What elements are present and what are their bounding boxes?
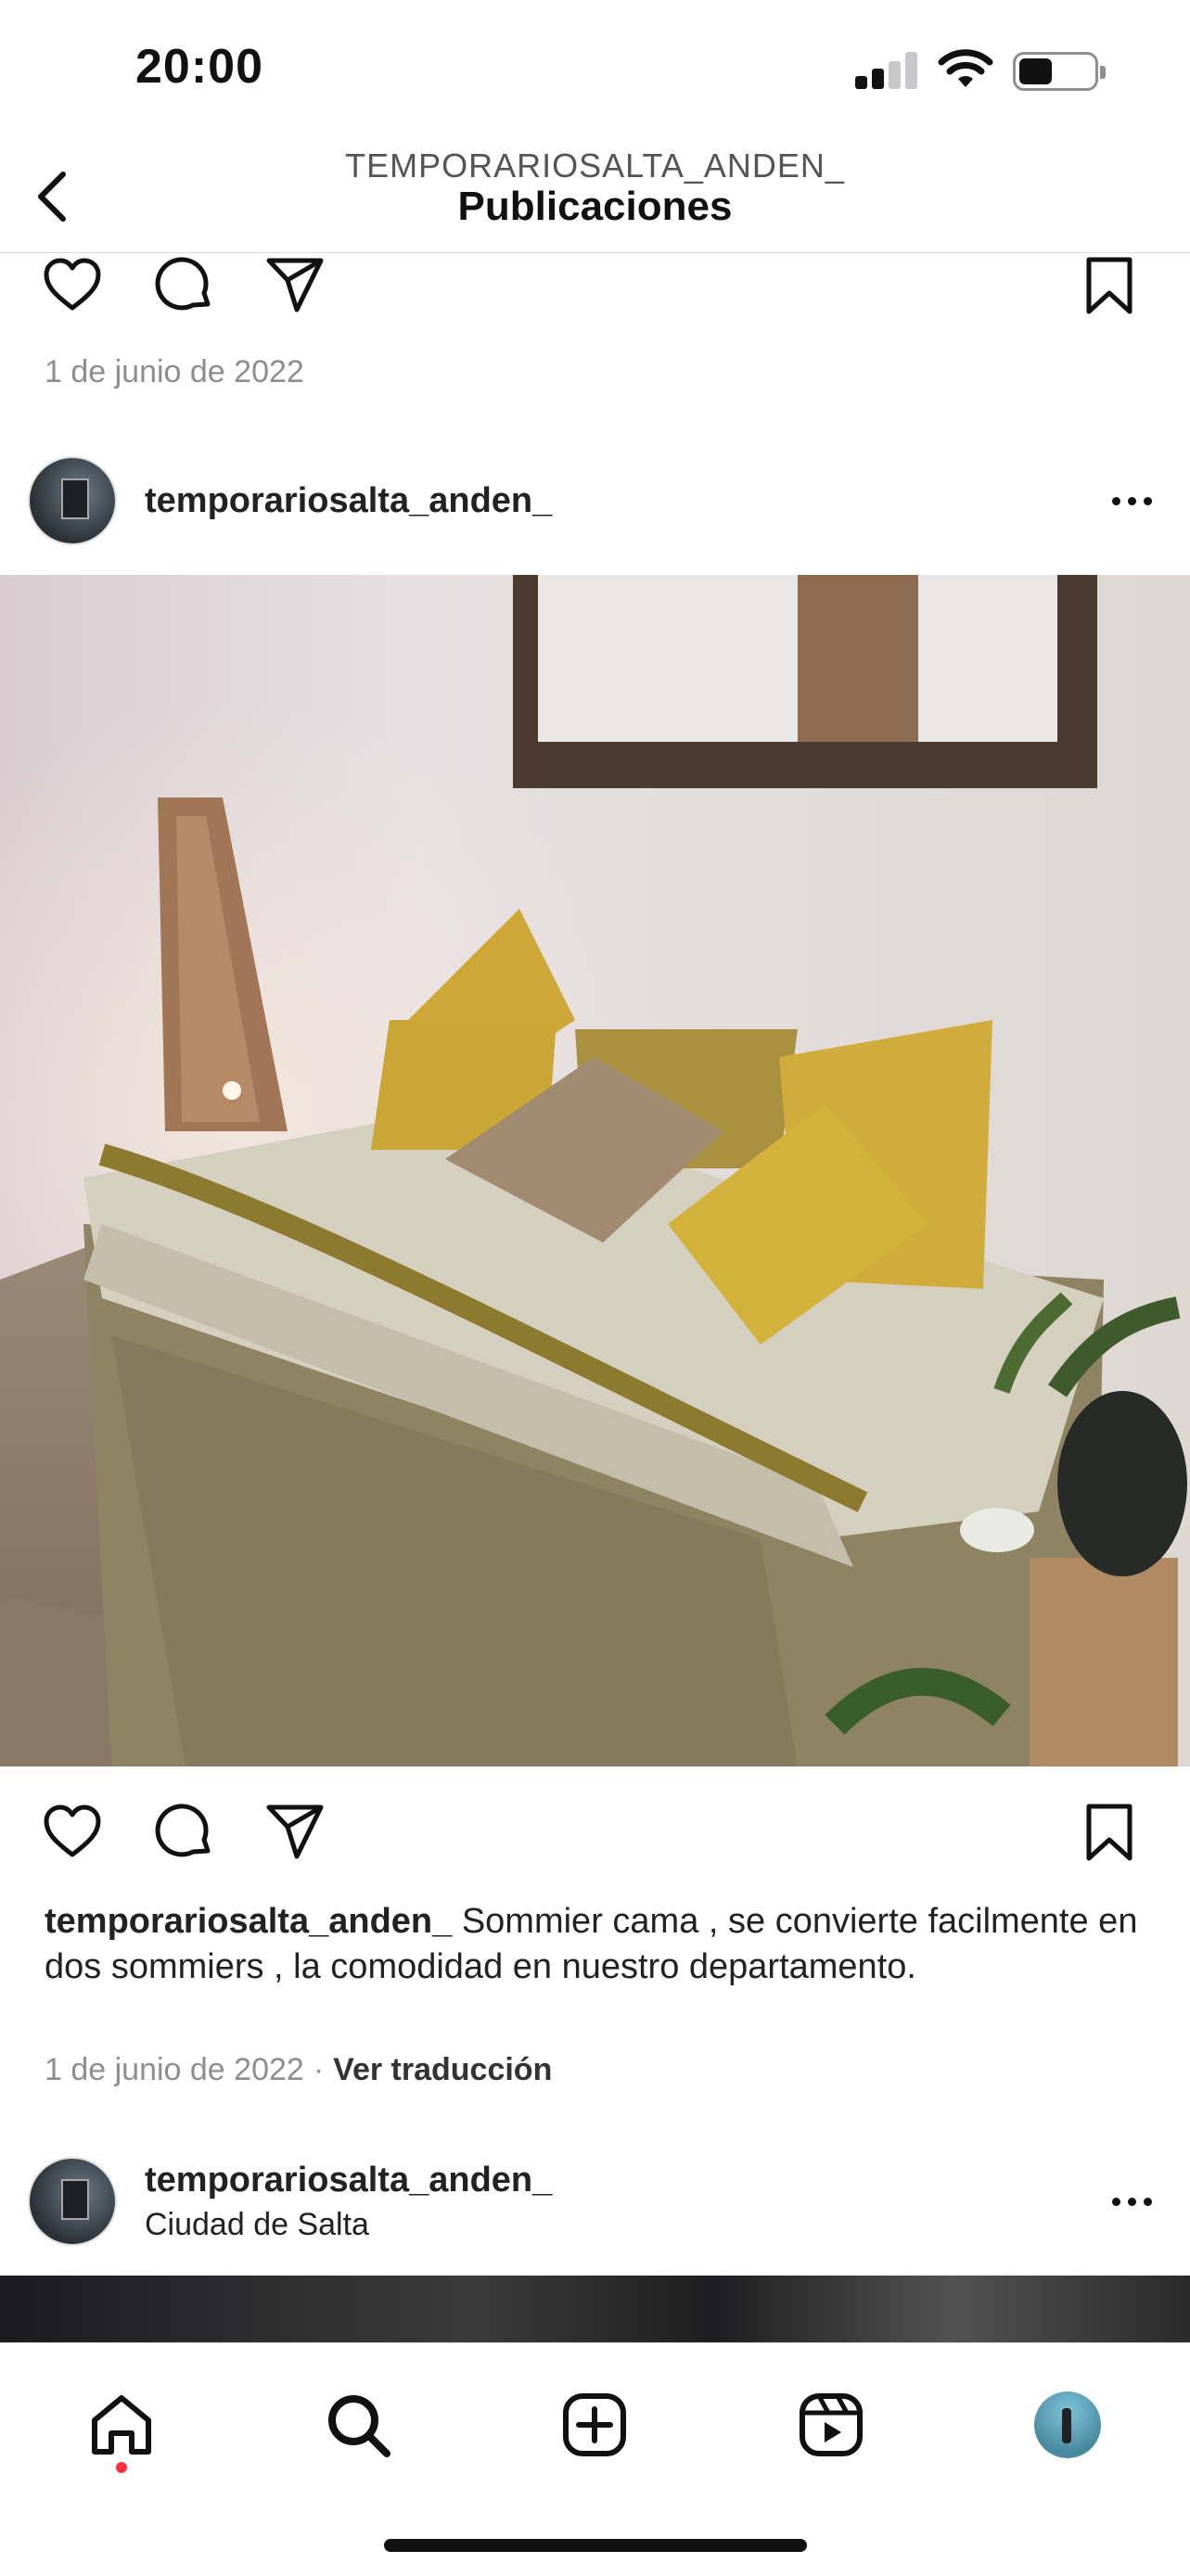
- tab-home[interactable]: [77, 2380, 166, 2469]
- share-icon: [266, 258, 324, 312]
- post-date: 1 de junio de 2022: [45, 2052, 304, 2087]
- more-icon: [1111, 2197, 1120, 2206]
- nav-header: TEMPORARIOSALTA_ANDEN_ Publicaciones: [0, 139, 1190, 253]
- avatar[interactable]: [28, 456, 117, 545]
- heart-icon: [44, 1804, 101, 1857]
- reels-icon: [800, 2393, 863, 2456]
- next-post-image[interactable]: [0, 2276, 1190, 2342]
- home-indicator[interactable]: [384, 2539, 807, 2552]
- bookmark-icon: [1086, 257, 1132, 314]
- page-title: Publicaciones: [457, 184, 733, 229]
- like-button[interactable]: [35, 1795, 109, 1869]
- more-icon: [1111, 496, 1120, 505]
- tab-profile[interactable]: [1023, 2380, 1112, 2469]
- post-username[interactable]: temporariosalta_anden_: [145, 481, 552, 521]
- caption-username[interactable]: temporariosalta_anden_: [45, 1902, 452, 1941]
- like-button[interactable]: [35, 249, 109, 323]
- account-name: TEMPORARIOSALTA_ANDEN_: [345, 147, 845, 185]
- status-time: 20:00: [135, 40, 263, 94]
- comment-button[interactable]: [147, 249, 221, 323]
- comment-icon: [155, 1804, 211, 1857]
- bookmark-icon: [1086, 1804, 1132, 1861]
- cellular-signal-icon: [855, 52, 920, 89]
- see-translation-link[interactable]: Ver traducción: [333, 2052, 552, 2087]
- comment-icon: [155, 257, 211, 311]
- post-image[interactable]: [0, 575, 1190, 1766]
- notification-dot: [116, 2462, 127, 2473]
- share-button[interactable]: [258, 249, 332, 323]
- status-bar: 20:00: [0, 0, 1190, 139]
- create-icon: [563, 2393, 626, 2456]
- search-icon: [328, 2395, 390, 2457]
- post-caption: temporariosalta_anden_ Sommier cama , se…: [45, 1899, 1158, 1990]
- home-icon: [92, 2395, 151, 2455]
- more-options-button[interactable]: [1094, 2174, 1169, 2229]
- heart-icon: [44, 258, 101, 311]
- post-location[interactable]: Ciudad de Salta: [145, 2207, 369, 2243]
- wifi-icon: [938, 49, 993, 87]
- avatar[interactable]: [28, 2157, 117, 2246]
- tab-reels[interactable]: [787, 2380, 876, 2469]
- tab-search[interactable]: [313, 2380, 403, 2469]
- save-button[interactable]: [1072, 249, 1146, 323]
- comment-button[interactable]: [147, 1795, 221, 1869]
- tab-create[interactable]: [550, 2380, 639, 2469]
- post-date: 1 de junio de 2022: [45, 354, 304, 389]
- profile-avatar: [1034, 2391, 1101, 2458]
- post-meta: 1 de junio de 2022 · Ver traducción: [45, 2052, 552, 2088]
- next-post-header: temporariosalta_anden_ Ciudad de Salta: [0, 2149, 1190, 2251]
- post-username[interactable]: temporariosalta_anden_: [145, 2161, 552, 2200]
- post-header: temporariosalta_anden_: [0, 450, 1190, 552]
- save-button[interactable]: [1072, 1795, 1146, 1869]
- bedroom-photo: [0, 575, 1190, 1766]
- more-options-button[interactable]: [1094, 473, 1169, 529]
- battery-icon: [1013, 52, 1106, 91]
- share-button[interactable]: [258, 1795, 332, 1869]
- separator: ·: [313, 2052, 325, 2087]
- share-icon: [266, 1804, 324, 1859]
